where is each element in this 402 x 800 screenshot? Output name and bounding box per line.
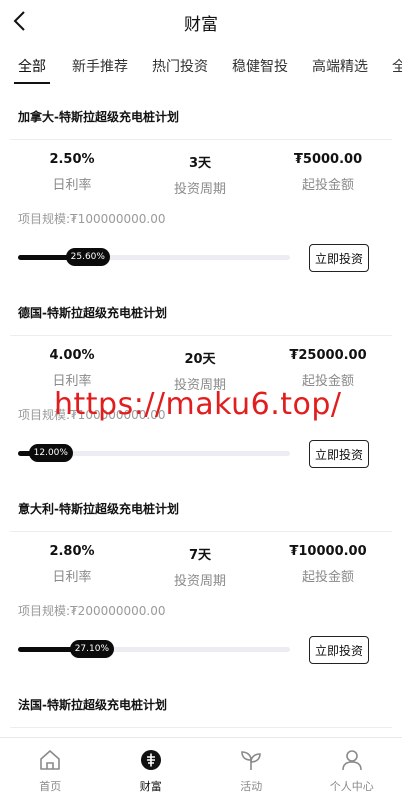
invest-button[interactable]: 立即投资	[309, 636, 369, 664]
wealth-coin-icon	[140, 750, 161, 770]
minimum-amount: ₮5000.00 起投金额	[261, 152, 395, 193]
divider	[10, 727, 392, 728]
period-label: 投资周期	[173, 574, 226, 589]
divider	[10, 139, 392, 140]
bottom-tab-bar: 首页 财富 活动 个人中心	[0, 737, 402, 800]
minimum-amount-value: ₮5000.00	[293, 152, 363, 167]
minimum-amount-label: 起投金额	[301, 570, 354, 585]
minimum-amount: ₮25000.00 起投金额	[261, 348, 395, 389]
daily-rate: 2.50% 日利率	[5, 152, 139, 193]
minimum-amount: ₮10000.00 起投金额	[261, 544, 395, 585]
invest-button[interactable]: 立即投资	[309, 440, 369, 468]
tabbar-label: 首页	[39, 780, 62, 793]
product-card: 加拿大-特斯拉超级充电桩计划 2.50% 日利率 3天 投资周期 ₮5000.0…	[0, 96, 402, 292]
period-value: 3天	[188, 156, 212, 171]
project-scale: 项目规模:₮100000000.00	[18, 212, 166, 226]
daily-rate-value: 2.80%	[49, 544, 95, 559]
progress-percent: 27.10%	[69, 640, 115, 658]
progress-bar: 27.10%	[18, 640, 290, 658]
divider	[10, 531, 392, 532]
period-value: 7天	[188, 548, 212, 563]
tab-all[interactable]: 全部	[18, 56, 46, 76]
category-tabs: 全部 新手推荐 热门投资 稳健智投 高端精选 全	[0, 44, 402, 88]
tabbar-item-home[interactable]: 首页	[0, 738, 101, 800]
invest-button[interactable]: 立即投资	[309, 244, 369, 272]
product-title: 加拿大-特斯拉超级充电桩计划	[18, 110, 179, 124]
progress-percent: 12.00%	[28, 444, 73, 462]
tabbar-label: 个人中心	[329, 780, 374, 793]
home-icon	[40, 750, 61, 770]
tab-newcomer[interactable]: 新手推荐	[72, 56, 128, 76]
product-card: 意大利-特斯拉超级充电桩计划 2.80% 日利率 7天 投资周期 ₮10000.…	[0, 488, 402, 684]
minimum-amount-label: 起投金额	[301, 178, 354, 193]
tab-hot[interactable]: 热门投资	[152, 56, 208, 76]
period-label: 投资周期	[173, 182, 226, 197]
investment-period: 7天 投资周期	[133, 544, 267, 589]
minimum-amount-value: ₮10000.00	[289, 544, 367, 559]
daily-rate-value: 4.00%	[49, 348, 95, 363]
tabbar-item-profile[interactable]: 个人中心	[302, 738, 402, 800]
header: 财富	[0, 0, 402, 44]
daily-rate-label: 日利率	[52, 178, 92, 193]
investment-period: 3天 投资周期	[133, 152, 267, 197]
daily-rate-value: 2.50%	[49, 152, 95, 167]
product-title: 法国-特斯拉超级充电桩计划	[18, 698, 167, 712]
divider	[10, 335, 392, 336]
product-card: 法国-特斯拉超级充电桩计划	[0, 684, 402, 734]
progress-bar: 25.60%	[18, 248, 290, 266]
page-title: 财富	[184, 15, 218, 35]
minimum-amount-value: ₮25000.00	[289, 348, 367, 363]
watermark-url: https://maku6.top/	[54, 387, 342, 422]
sprout-icon	[241, 751, 262, 770]
tabbar-label: 活动	[240, 780, 263, 793]
tabbar-label: 财富	[139, 780, 162, 793]
tabbar-item-wealth[interactable]: 财富	[101, 738, 202, 800]
product-title: 意大利-特斯拉超级充电桩计划	[18, 502, 179, 516]
tabbar-item-activity[interactable]: 活动	[201, 738, 302, 800]
product-title: 德国-特斯拉超级充电桩计划	[18, 306, 167, 320]
tab-more[interactable]: 全	[392, 56, 402, 76]
user-icon	[341, 750, 362, 771]
daily-rate-label: 日利率	[52, 570, 92, 585]
active-tab-underline	[14, 82, 50, 84]
project-scale: 项目规模:₮200000000.00	[18, 604, 166, 618]
daily-rate: 2.80% 日利率	[5, 544, 139, 585]
daily-rate: 4.00% 日利率	[5, 348, 139, 389]
progress-percent: 25.60%	[65, 248, 110, 266]
tab-steady[interactable]: 稳健智投	[232, 56, 288, 76]
tab-premium[interactable]: 高端精选	[312, 56, 368, 76]
progress-bar: 12.00%	[18, 444, 290, 462]
period-value: 20天	[184, 352, 216, 367]
